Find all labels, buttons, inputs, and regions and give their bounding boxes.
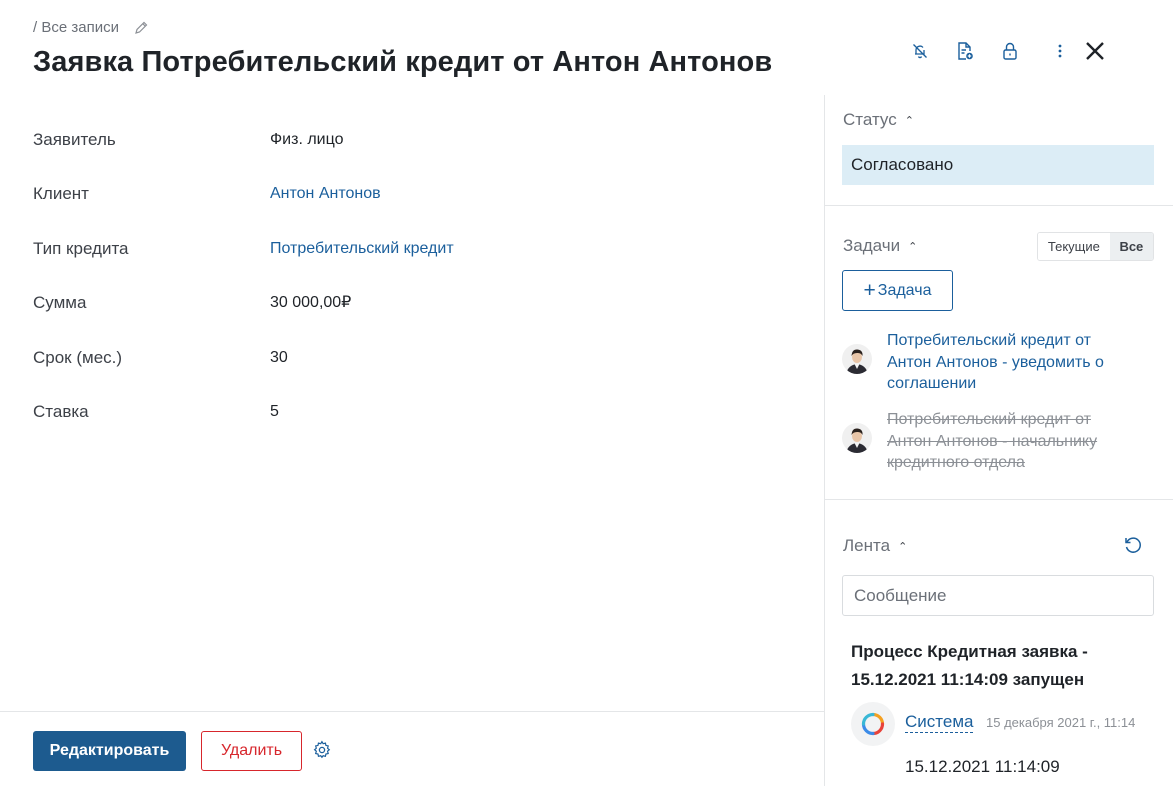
task-item: Потребительский кредит от Антон Антонов … bbox=[842, 330, 1142, 395]
field-label: Ставка bbox=[33, 401, 89, 421]
field-client: Клиент Антон Антонов bbox=[33, 182, 793, 236]
field-value: 30 bbox=[270, 348, 288, 366]
feed-section-title[interactable]: Лента ⌃ bbox=[843, 536, 907, 556]
record-fields: Заявитель Физ. лицо Клиент Антон Антонов… bbox=[33, 128, 793, 454]
field-label: Тип кредита bbox=[33, 238, 129, 258]
chevron-up-icon: ⌃ bbox=[898, 540, 908, 553]
tasks-title-label: Задачи bbox=[843, 236, 901, 255]
bell-off-icon[interactable] bbox=[905, 36, 935, 66]
more-vertical-icon[interactable] bbox=[1050, 36, 1070, 66]
field-label: Срок (мес.) bbox=[33, 347, 123, 367]
task-link[interactable]: Потребительский кредит от Антон Антонов … bbox=[887, 409, 1137, 474]
chevron-up-icon: ⌃ bbox=[908, 240, 918, 253]
system-logo-icon bbox=[851, 702, 895, 746]
task-item-completed: Потребительский кредит от Антон Антонов … bbox=[842, 409, 1142, 474]
status-section-title[interactable]: Статус ⌃ bbox=[843, 110, 914, 130]
close-icon[interactable] bbox=[1080, 36, 1110, 66]
field-value: 5 bbox=[270, 402, 279, 420]
feed-title-label: Лента bbox=[843, 536, 891, 555]
gear-icon[interactable] bbox=[312, 740, 332, 760]
field-amount: Сумма 30 000,00₽ bbox=[33, 291, 793, 345]
feed-entry-title: Процесс Кредитная заявка - 15.12.2021 11… bbox=[851, 642, 1088, 689]
edit-button[interactable]: Редактировать bbox=[33, 731, 186, 771]
feed-timestamp: 15 декабря 2021 г., 11:14 bbox=[986, 715, 1136, 730]
feed-author-link[interactable]: Система bbox=[905, 712, 974, 733]
tasks-filter-current[interactable]: Текущие bbox=[1038, 233, 1110, 260]
delete-button[interactable]: Удалить bbox=[201, 731, 302, 771]
add-task-label: Задача bbox=[877, 281, 932, 299]
pencil-icon[interactable] bbox=[133, 20, 149, 36]
header-actions bbox=[905, 36, 1110, 66]
plus-icon: + bbox=[863, 279, 876, 302]
page-title: Заявка Потребительский кредит от Антон А… bbox=[33, 46, 773, 78]
footer-divider bbox=[0, 711, 824, 712]
field-label: Заявитель bbox=[33, 130, 116, 149]
field-applicant: Заявитель Физ. лицо bbox=[33, 128, 793, 182]
chevron-up-icon: ⌃ bbox=[904, 114, 914, 127]
credit-type-link[interactable]: Потребительский кредит bbox=[270, 237, 454, 261]
message-input[interactable] bbox=[842, 575, 1154, 616]
field-value: Физ. лицо bbox=[270, 131, 344, 148]
task-link[interactable]: Потребительский кредит от Антон Антонов … bbox=[887, 330, 1137, 395]
refresh-icon[interactable] bbox=[1122, 534, 1144, 556]
tasks-section-title[interactable]: Задачи ⌃ bbox=[843, 236, 917, 256]
tasks-filter-all[interactable]: Все bbox=[1109, 233, 1153, 260]
panel-divider bbox=[824, 95, 825, 786]
feed-entry-body: 15.12.2021 11:14:09 bbox=[905, 757, 1060, 776]
record-header: / Все записи Заявка Потребительский кред… bbox=[0, 0, 1173, 95]
section-divider bbox=[825, 499, 1173, 500]
tasks-filter-toggle: Текущие Все bbox=[1037, 232, 1154, 261]
field-credit-type: Тип кредита Потребительский кредит bbox=[33, 237, 793, 291]
breadcrumb-all-records[interactable]: / Все записи bbox=[33, 19, 119, 36]
status-value: Согласовано bbox=[842, 145, 1154, 185]
section-divider bbox=[825, 205, 1173, 206]
file-add-icon[interactable] bbox=[950, 36, 980, 66]
breadcrumb: / Все записи bbox=[33, 19, 149, 36]
field-label: Клиент bbox=[33, 184, 89, 204]
field-rate: Ставка 5 bbox=[33, 400, 793, 454]
add-task-button[interactable]: + Задача bbox=[842, 270, 953, 311]
status-title-label: Статус bbox=[843, 110, 897, 129]
field-label: Сумма bbox=[33, 293, 87, 313]
client-link[interactable]: Антон Антонов bbox=[270, 182, 381, 206]
avatar bbox=[842, 344, 872, 374]
field-term: Срок (мес.) 30 bbox=[33, 346, 793, 400]
field-value: 30 000,00₽ bbox=[270, 294, 352, 312]
avatar bbox=[842, 423, 872, 453]
lock-icon[interactable] bbox=[995, 36, 1025, 66]
